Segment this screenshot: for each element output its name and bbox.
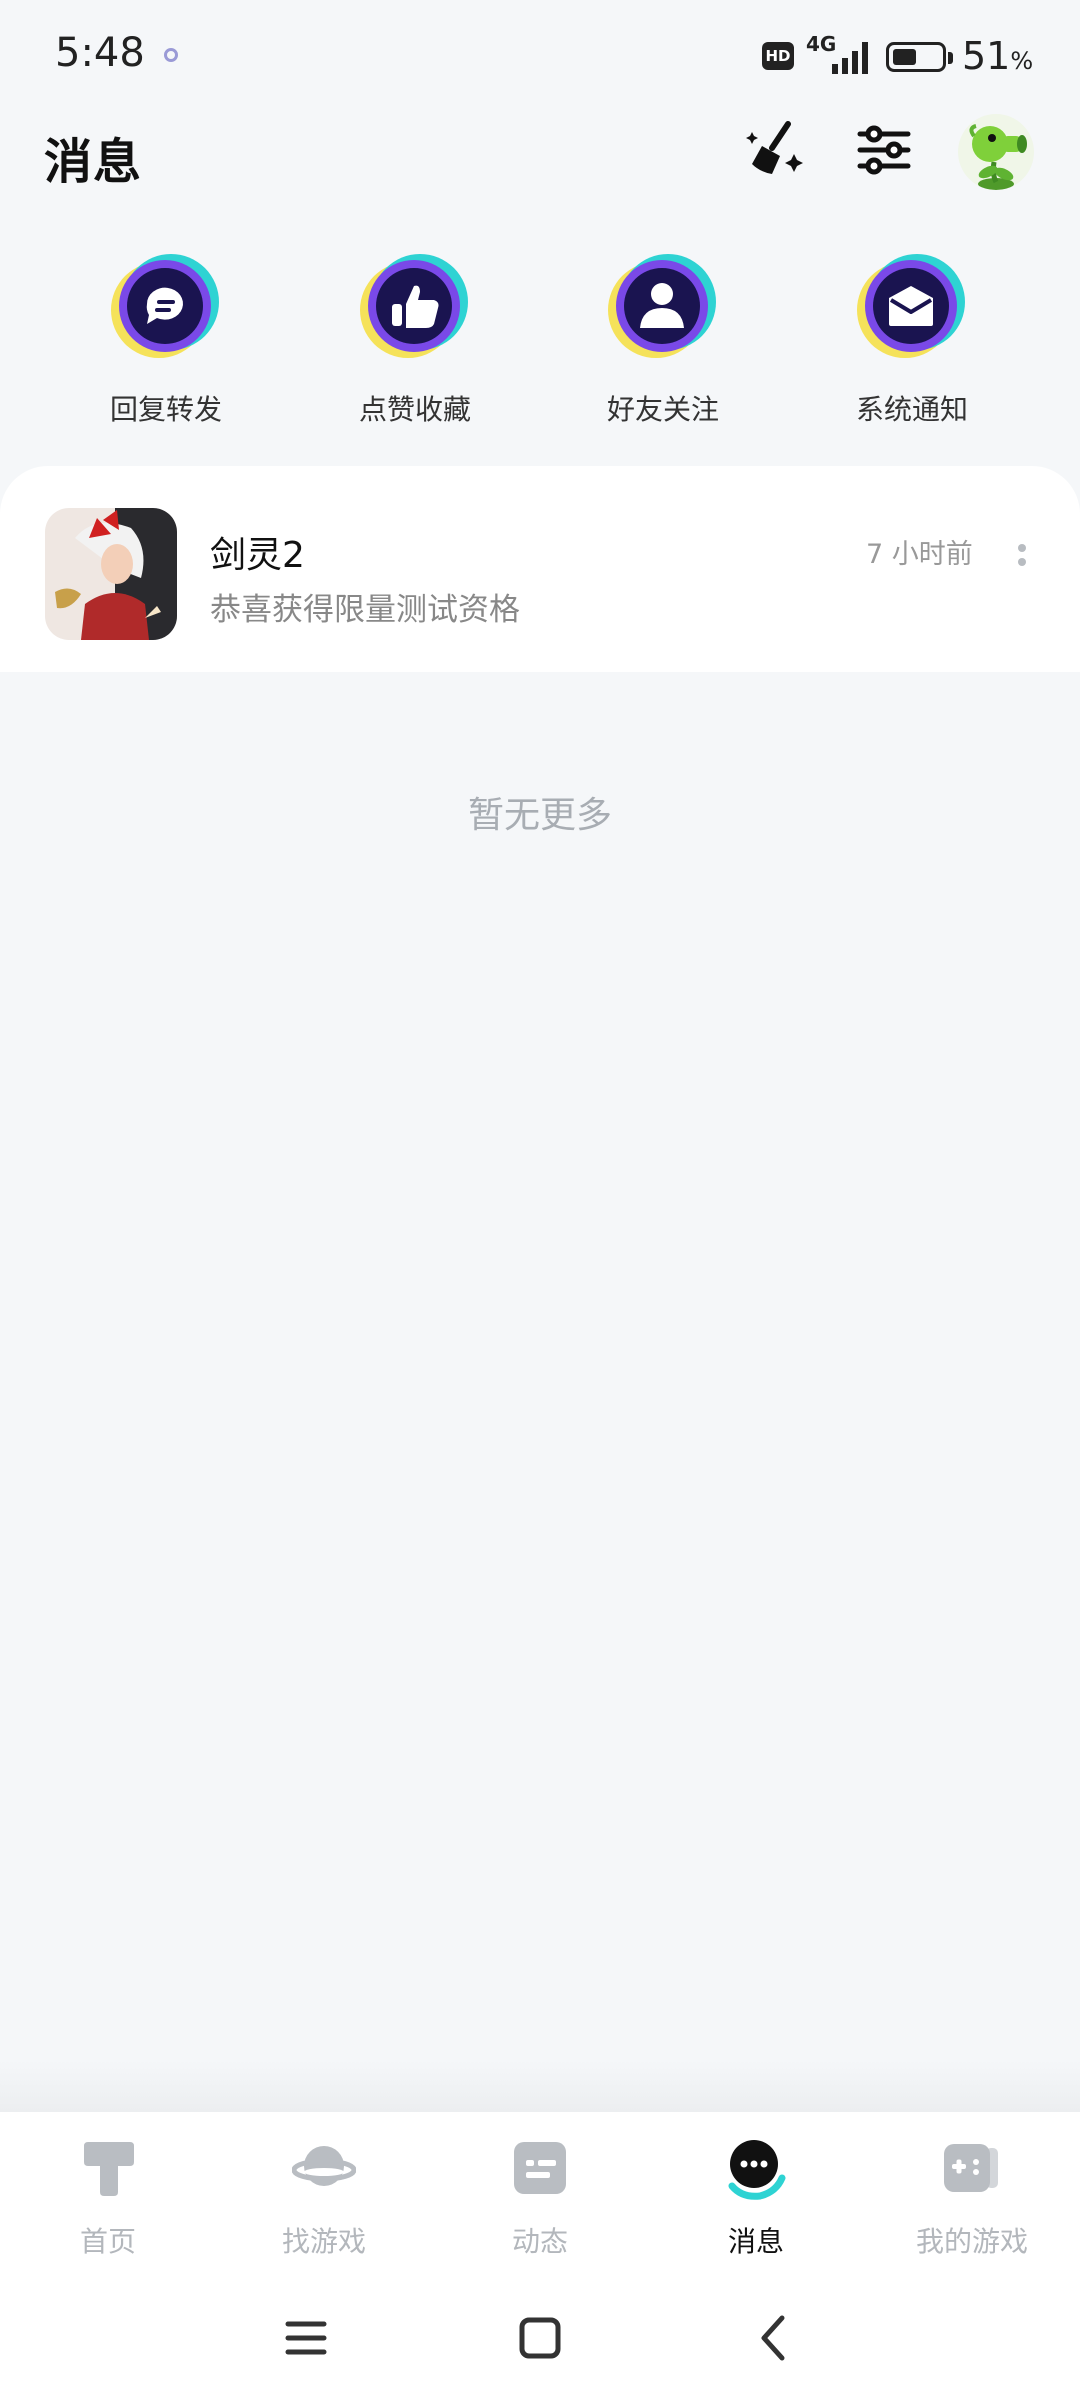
category-friends-follow[interactable]: 好友关注 — [563, 248, 763, 428]
system-nav-bar — [0, 2272, 1080, 2400]
category-reply-forward[interactable]: 回复转发 — [66, 248, 266, 428]
nav-find-games[interactable]: 找游戏 — [224, 2136, 424, 2260]
category-label: 系统通知 — [855, 393, 968, 426]
page-title: 消息 — [44, 134, 143, 190]
battery-cap — [948, 52, 953, 64]
bottom-nav: 首页 找游戏 动态 消息 我的游戏 — [0, 2112, 1080, 2272]
clean-broom-icon[interactable] — [744, 118, 808, 182]
nav-my-games[interactable]: 我的游戏 — [872, 2136, 1072, 2260]
chat-bubble-icon — [107, 248, 225, 366]
game-thumbnail — [45, 508, 177, 640]
home-square-icon[interactable] — [510, 2308, 570, 2368]
home-t-icon — [84, 2142, 134, 2196]
planet-icon — [291, 2146, 357, 2186]
status-time: 5:48 — [55, 30, 145, 76]
avatar[interactable] — [958, 114, 1034, 190]
category-label: 好友关注 — [606, 393, 719, 426]
back-icon[interactable] — [744, 2308, 804, 2368]
battery-icon — [886, 42, 946, 72]
nav-label: 找游戏 — [281, 2225, 366, 2258]
nav-home[interactable]: 首页 — [8, 2136, 208, 2260]
gamepad-icon — [944, 2144, 998, 2192]
category-label: 点赞收藏 — [358, 393, 471, 426]
nav-label: 消息 — [727, 2225, 784, 2258]
person-icon — [604, 248, 722, 366]
nav-label: 我的游戏 — [915, 2225, 1028, 2258]
category-likes-favorites[interactable]: 点赞收藏 — [315, 248, 515, 428]
menu-icon[interactable] — [276, 2308, 336, 2368]
list-item[interactable]: 剑灵2 恭喜获得限量测试资格 7 小时前 — [0, 466, 1080, 672]
empty-more-text: 暂无更多 — [467, 795, 612, 836]
battery-fill — [893, 49, 916, 65]
feed-icon — [514, 2142, 566, 2194]
battery-percent: 51% — [962, 34, 1034, 78]
bottom-fade — [0, 2060, 1080, 2112]
nav-label: 动态 — [511, 2225, 568, 2258]
hd-badge: HD — [762, 42, 794, 70]
category-label: 回复转发 — [109, 393, 222, 426]
settings-sliders-icon[interactable] — [852, 118, 916, 182]
notification-dot-icon — [164, 48, 178, 62]
more-vertical-icon[interactable] — [1012, 536, 1032, 576]
message-title: 剑灵2 — [210, 535, 305, 576]
category-system-notice[interactable]: 系统通知 — [812, 248, 1012, 428]
message-time: 7 小时前 — [866, 539, 973, 570]
envelope-icon — [853, 248, 971, 366]
nav-label: 首页 — [79, 2225, 136, 2258]
status-bar: 5:48 HD 4G 51% — [0, 0, 1080, 110]
peashooter-avatar-icon — [969, 124, 1027, 190]
message-bubble-icon — [728, 2140, 786, 2200]
message-subtitle: 恭喜获得限量测试资格 — [210, 592, 520, 628]
thumbs-up-icon — [356, 248, 474, 366]
nav-messages[interactable]: 消息 — [656, 2136, 856, 2260]
nav-feed[interactable]: 动态 — [440, 2136, 640, 2260]
signal-icon — [832, 42, 868, 74]
